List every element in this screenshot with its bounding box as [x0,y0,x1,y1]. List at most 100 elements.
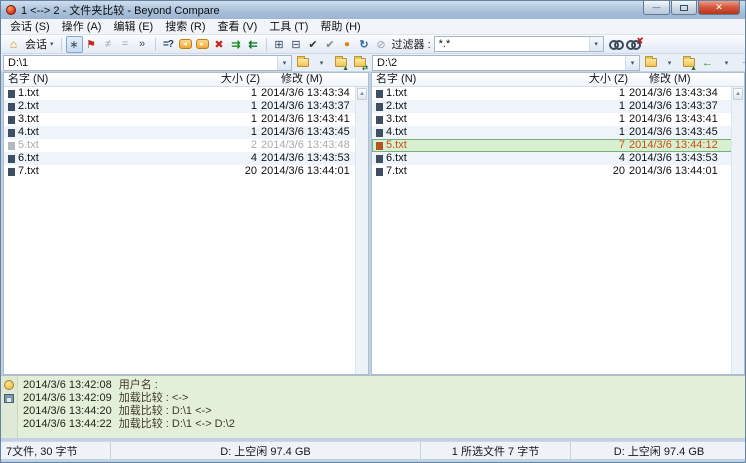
table-row-older[interactable]: 5.txt 2 2014/3/6 13:43:48 [4,139,368,152]
expand-all-button[interactable]: ⊞ [271,36,288,53]
file-name: 4.txt [386,126,407,139]
table-row[interactable]: 3.txt 1 2014/3/6 13:43:41 [4,113,368,126]
go-back-button[interactable]: ← [699,55,716,71]
folder-icon [645,58,657,67]
menu-tools[interactable]: 工具 (T) [263,19,314,35]
table-row[interactable]: 1.txt 1 2014/3/6 13:43:34 [372,87,744,100]
show-all-button[interactable]: ∗ [66,36,83,53]
table-row[interactable]: 3.txt 1 2014/3/6 13:43:41 [372,113,744,126]
show-all-icon: ∗ [69,38,78,51]
main-toolbar: ⌂ 会话 ▾ ∗ ⚑ ≠ = » =? ◂ ▸ ✖ ⇉ ⇇ ⊞ ⊟ ✔ ✔ ● … [1,35,745,54]
scroll-up-button[interactable]: ▲ [733,88,743,100]
path-row: D:\1 ▾ ▾ ▲ ⇄ D:\2 ▾ ▾ ▲ ← ▾ − ▾ [1,54,745,72]
status-right-disk: D: 上空闲 97.4 GB [571,442,746,459]
log-entry: 2014/3/6 13:44:20加载比较 : D:\1 <-> [23,405,235,418]
log-entry: 2014/3/6 13:44:22加载比较 : D:\1 <-> D:\2 [23,418,235,431]
rules-button[interactable]: ● [339,36,356,53]
chevron-down-icon: ▾ [283,59,287,67]
column-header-modified[interactable]: 修改 (M) [281,73,323,86]
menu-search[interactable]: 搜索 (R) [159,19,211,35]
menu-actions[interactable]: 操作 (A) [56,19,108,35]
back-dropdown-button[interactable]: ▾ [718,55,735,71]
column-header-name[interactable]: 名字 (N) [376,73,416,86]
collapse-all-button[interactable]: ⊟ [288,36,305,53]
swap-arrow-overlay-icon: ⇄ [362,64,368,72]
menu-view[interactable]: 查看 (V) [212,19,264,35]
log-clock-icon[interactable] [4,380,14,390]
table-row[interactable]: 6.txt 4 2014/3/6 13:43:53 [372,152,744,165]
show-differences-button[interactable]: ⚑ [83,36,100,53]
log-timestamp: 2014/3/6 13:44:22 [23,418,112,430]
table-row[interactable]: 2.txt 1 2014/3/6 13:43:37 [372,100,744,113]
file-icon [8,90,15,98]
mirror-to-right-button[interactable]: ⇉ [228,36,245,53]
right-file-panel: 名字 (N) 大小 (Z) 修改 (M) 1.txt 1 2014/3/6 13… [371,72,745,375]
maximize-button[interactable] [671,1,697,15]
left-path-dropdown-button[interactable]: ▾ [277,56,291,70]
file-modified: 2014/3/6 13:43:53 [629,152,718,165]
show-minor-button[interactable]: ≠ [100,36,117,53]
delete-button[interactable]: ✖ [211,36,228,53]
table-row[interactable]: 7.txt 20 2014/3/6 13:44:01 [4,165,368,178]
left-vertical-scrollbar[interactable]: ▲ [355,87,368,374]
minimize-button[interactable]: — [643,1,670,15]
menu-session[interactable]: 会话 (S) [4,19,56,35]
column-header-size[interactable]: 大小 (Z) [542,73,628,86]
column-header-size[interactable]: 大小 (Z) [174,73,260,86]
table-row[interactable]: 7.txt 20 2014/3/6 13:44:01 [372,165,744,178]
mirror-to-left-button[interactable]: ⇇ [245,36,262,53]
right-path-dropdown-button[interactable]: ▾ [625,56,639,70]
toolbar-separator [61,38,62,51]
right-path-value: D:\2 [373,57,625,69]
copy-to-left-button[interactable]: ◂ [177,36,194,53]
file-modified: 2014/3/6 13:43:41 [629,113,718,126]
select-check-button[interactable]: ✔ [305,36,322,53]
home-button[interactable]: ⌂ [5,36,22,53]
table-row[interactable]: 6.txt 4 2014/3/6 13:43:53 [4,152,368,165]
table-row[interactable]: 2.txt 1 2014/3/6 13:43:37 [4,100,368,113]
status-left-disk: D: 上空闲 97.4 GB [111,442,421,459]
show-same-button[interactable]: = [117,36,134,53]
close-button[interactable]: ✕ [698,1,740,15]
file-modified: 2014/3/6 13:44:12 [629,139,718,152]
chevron-down-icon: ▾ [725,59,729,67]
file-size: 20 [174,165,257,178]
up-arrow-icon: ▲ [359,91,365,97]
swap-sides-button[interactable]: ⇄ [351,55,368,71]
toolbar-overflow-button[interactable]: » [134,36,151,53]
show-context-button[interactable] [608,36,625,53]
right-path-combobox[interactable]: D:\2 ▾ [372,55,640,71]
menu-edit[interactable]: 编辑 (E) [107,19,159,35]
left-parent-folder-button[interactable]: ▲ [332,55,349,71]
column-header-name[interactable]: 名字 (N) [8,73,48,86]
red-x-overlay-icon: ✘ [636,36,644,47]
right-browse-folder-button[interactable] [642,55,659,71]
refresh-button[interactable]: ↻ [356,36,373,53]
save-log-icon[interactable] [4,394,14,403]
filter-dropdown-button[interactable]: ▾ [589,37,603,51]
table-row[interactable]: 1.txt 1 2014/3/6 13:43:34 [4,87,368,100]
menu-help[interactable]: 帮助 (H) [314,19,366,35]
scroll-up-button[interactable]: ▲ [357,88,367,100]
compare-contents-button[interactable]: =? [160,36,177,53]
go-forward-button[interactable]: − [737,55,746,71]
right-parent-folder-button[interactable]: ▲ [680,55,697,71]
title-bar[interactable]: 1 <--> 2 - 文件夹比较 - Beyond Compare — ✕ [1,1,745,19]
copy-to-right-button[interactable]: ▸ [194,36,211,53]
toggle-check-button[interactable]: ✔ [322,36,339,53]
suppress-filters-button[interactable]: ✘ [625,36,642,53]
right-folder-dropdown-button[interactable]: ▾ [661,55,678,71]
right-file-list: 1.txt 1 2014/3/6 13:43:34 2.txt 1 2014/3… [372,87,744,178]
stop-button[interactable]: ⊘ [373,36,390,53]
table-row[interactable]: 4.txt 1 2014/3/6 13:43:45 [4,126,368,139]
glasses-icon [609,40,624,48]
table-row[interactable]: 4.txt 1 2014/3/6 13:43:45 [372,126,744,139]
left-path-combobox[interactable]: D:\1 ▾ [3,55,292,71]
left-browse-folder-button[interactable] [294,55,311,71]
right-vertical-scrollbar[interactable]: ▲ [731,87,744,374]
filter-combobox[interactable]: *.* ▾ [434,36,604,52]
left-folder-dropdown-button[interactable]: ▾ [313,55,330,71]
column-header-modified[interactable]: 修改 (M) [649,73,691,86]
table-row-selected-newer[interactable]: 5.txt 7 2014/3/6 13:44:12 [372,139,744,152]
session-menu-button[interactable]: 会话 ▾ [22,36,57,53]
